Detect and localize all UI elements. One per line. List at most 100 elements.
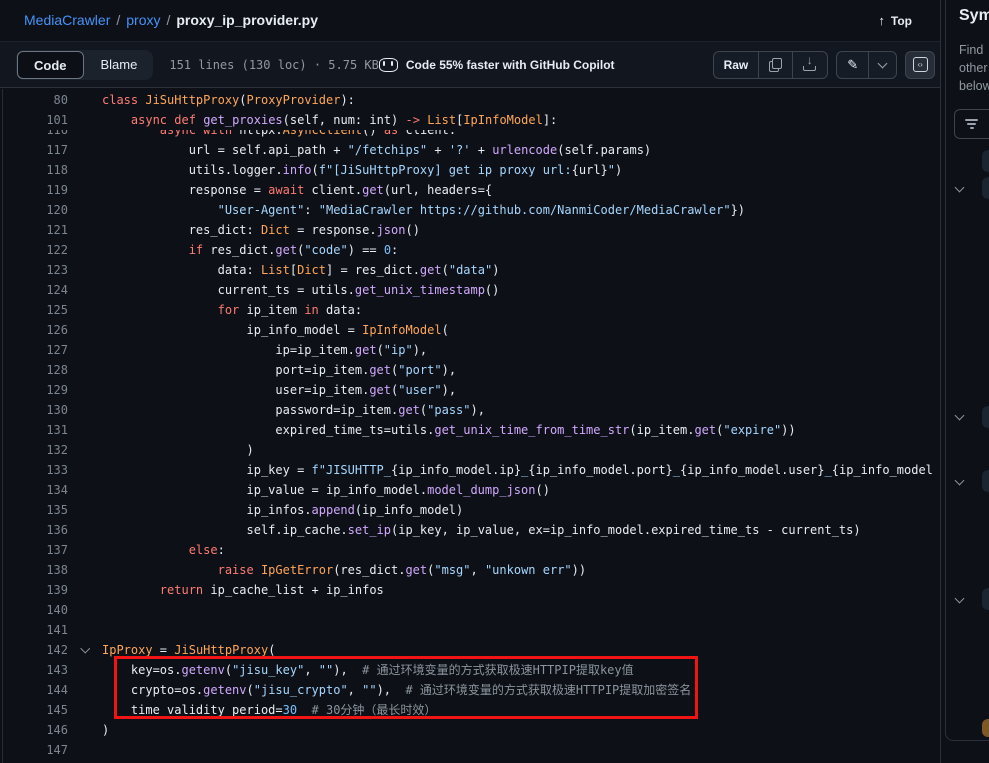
line-number[interactable]: 120	[3, 200, 68, 220]
code-line: 122 if res_dict.get("code") == 0:	[3, 240, 940, 260]
code-line: 141	[3, 620, 940, 640]
code-line: 144 crypto=os.getenv("jisu_crypto", ""),…	[3, 680, 940, 700]
line-number[interactable]: 135	[3, 500, 68, 520]
symbol-chip[interactable]	[982, 719, 989, 737]
fold-gutter[interactable]	[68, 640, 102, 660]
symbols-filter-button[interactable]	[954, 109, 989, 139]
code-text: IpProxy = JiSuHttpProxy(	[102, 640, 275, 660]
line-number[interactable]: 101	[3, 110, 68, 130]
code-text: utils.logger.info(f"[JiSuHttpProxy] get …	[102, 160, 622, 180]
line-number[interactable]: 129	[3, 380, 68, 400]
code-text: data: List[Dict] = res_dict.get("data")	[102, 260, 499, 280]
file-meta-info: 151 lines (130 loc) · 5.75 KB	[169, 58, 379, 72]
copilot-icon	[379, 58, 398, 72]
code-line: 117 url = self.api_path + "/fetchips" + …	[3, 140, 940, 160]
code-line: 135 ip_infos.append(ip_info_model)	[3, 500, 940, 520]
line-number[interactable]: 131	[3, 420, 68, 440]
symbol-chip[interactable]	[982, 177, 989, 199]
code-text: password=ip_item.get("pass"),	[102, 400, 485, 420]
line-number[interactable]: 126	[3, 320, 68, 340]
file-view-column: MediaCrawler/proxy/proxy_ip_provider.py …	[0, 0, 941, 763]
code-text: time_validity_period=30 # 30分钟（最长时效）	[102, 700, 436, 720]
code-text: else:	[102, 540, 225, 560]
line-number[interactable]: 138	[3, 560, 68, 580]
line-number[interactable]: 134	[3, 480, 68, 500]
line-number[interactable]: 127	[3, 340, 68, 360]
line-number[interactable]: 128	[3, 360, 68, 380]
fold-gutter	[68, 700, 102, 720]
line-number[interactable]: 146	[3, 720, 68, 740]
symbol-chip[interactable]	[982, 470, 989, 492]
line-number[interactable]: 119	[3, 180, 68, 200]
line-number[interactable]: 140	[3, 600, 68, 620]
code-line: 147	[3, 740, 940, 760]
symbols-desc-line: Find	[959, 41, 989, 59]
tab-code[interactable]: Code	[17, 51, 84, 79]
symbol-chip[interactable]	[982, 150, 989, 172]
line-number[interactable]: 144	[3, 680, 68, 700]
chevron-down-icon[interactable]	[955, 594, 965, 604]
symbol-chip[interactable]	[982, 588, 989, 610]
breadcrumb-folder-link[interactable]: proxy	[126, 12, 160, 28]
line-number[interactable]: 117	[3, 140, 68, 160]
fold-gutter	[68, 680, 102, 700]
line-number[interactable]: 145	[3, 700, 68, 720]
symbols-desc-line: below	[959, 77, 989, 95]
breadcrumb-separator: /	[116, 12, 120, 28]
line-number[interactable]: 139	[3, 580, 68, 600]
fold-gutter	[68, 660, 102, 680]
fold-gutter	[68, 380, 102, 400]
line-number[interactable]: 137	[3, 540, 68, 560]
chevron-down-icon[interactable]	[955, 411, 965, 421]
code-line: 136 self.ip_cache.set_ip(ip_key, ip_valu…	[3, 520, 940, 540]
fold-gutter	[68, 540, 102, 560]
line-number[interactable]: 123	[3, 260, 68, 280]
line-number[interactable]: 124	[3, 280, 68, 300]
line-number[interactable]: 125	[3, 300, 68, 320]
chevron-down-icon[interactable]	[955, 183, 965, 193]
breadcrumb-file-name: proxy_ip_provider.py	[176, 12, 318, 28]
download-button[interactable]	[792, 52, 827, 78]
line-number[interactable]: 130	[3, 400, 68, 420]
code-view: 116 async with httpx.AsyncClient() as cl…	[2, 89, 940, 763]
line-number[interactable]: 122	[3, 240, 68, 260]
raw-copy-download-group: Raw	[713, 51, 829, 79]
symbol-chip[interactable]	[982, 406, 989, 428]
copilot-banner[interactable]: Code 55% faster with GitHub Copilot	[379, 58, 615, 72]
code-line: 120 "User-Agent": "MediaCrawler https://…	[3, 200, 940, 220]
line-number[interactable]: 147	[3, 740, 68, 760]
line-number[interactable]: 121	[3, 220, 68, 240]
symbols-panel-heading: Sym	[959, 7, 989, 25]
copy-raw-button[interactable]	[758, 52, 792, 78]
line-number[interactable]: 80	[3, 90, 68, 110]
symbols-panel-description: Find other below	[959, 41, 989, 95]
download-icon	[803, 57, 817, 72]
fold-chevron-icon[interactable]	[80, 643, 89, 652]
breadcrumb-repo-link[interactable]: MediaCrawler	[24, 12, 110, 28]
fold-gutter	[68, 340, 102, 360]
code-line: 127 ip=ip_item.get("ip"),	[3, 340, 940, 360]
chevron-down-icon[interactable]	[955, 476, 965, 486]
code-symbols-icon: ‹›	[913, 57, 928, 72]
line-number[interactable]: 118	[3, 160, 68, 180]
line-number[interactable]: 132	[3, 440, 68, 460]
edit-button[interactable]: ✎	[837, 52, 868, 78]
line-number[interactable]: 143	[3, 660, 68, 680]
line-number[interactable]: 142	[3, 640, 68, 660]
raw-button[interactable]: Raw	[714, 52, 759, 78]
line-number[interactable]: 141	[3, 620, 68, 640]
edit-button-group: ✎	[836, 51, 897, 79]
line-number[interactable]: 133	[3, 460, 68, 480]
symbols-panel-toggle-button[interactable]: ‹›	[905, 51, 935, 79]
back-to-top-button[interactable]: ↑ Top	[878, 0, 912, 41]
sticky-context-lines: 80class JiSuHttpProxy(ProxyProvider):101…	[3, 89, 940, 130]
fold-gutter	[68, 110, 102, 130]
fold-gutter	[68, 440, 102, 460]
fold-gutter	[68, 140, 102, 160]
edit-dropdown-button[interactable]	[868, 52, 896, 78]
line-number[interactable]: 136	[3, 520, 68, 540]
tab-blame[interactable]: Blame	[85, 51, 154, 79]
code-text: res_dict: Dict = response.json()	[102, 220, 420, 240]
code-line: 142 IpProxy = JiSuHttpProxy(	[3, 640, 940, 660]
code-text: for ip_item in data:	[102, 300, 362, 320]
